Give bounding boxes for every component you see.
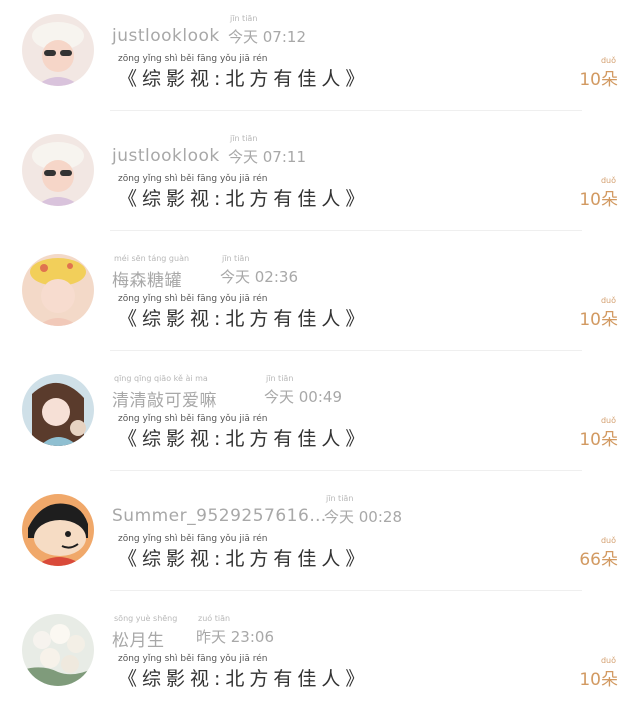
book-title[interactable]: 《综影视:北方有佳人》 (118, 184, 369, 211)
divider (110, 470, 582, 471)
username[interactable]: 松月生 (112, 626, 165, 651)
avatar[interactable] (22, 494, 94, 566)
avatar[interactable] (22, 14, 94, 86)
book-title[interactable]: 《综影视:北方有佳人》 (118, 424, 369, 451)
title-pinyin: zōng yǐng shì běi fāng yǒu jiā rén (118, 174, 268, 184)
divider (110, 230, 582, 231)
divider (110, 110, 582, 111)
avatar[interactable] (22, 254, 94, 326)
book-title[interactable]: 《综影视:北方有佳人》 (118, 544, 369, 571)
book-title[interactable]: 《综影视:北方有佳人》 (118, 664, 369, 691)
avatar-girl-hat-icon (22, 134, 94, 206)
avatar-girl-hat-icon (22, 14, 94, 86)
title-pinyin: zōng yǐng shì běi fāng yǒu jiā rén (118, 534, 268, 544)
avatar[interactable] (22, 614, 94, 686)
title-pinyin: zōng yǐng shì běi fāng yǒu jiā rén (118, 294, 268, 304)
avatar[interactable] (22, 134, 94, 206)
avatar[interactable] (22, 374, 94, 446)
avatar-flowers-icon (22, 614, 94, 686)
title-pinyin: zōng yǐng shì běi fāng yǒu jiā rén (118, 54, 268, 64)
list-item[interactable]: justlooklook jīn tiān 今天 07:12 zōng yǐng… (0, 0, 640, 120)
list-item[interactable]: Summer_9529257616… jīn tiān 今天 00:28 zōn… (0, 480, 640, 600)
avatar-cartoon-boy-icon (22, 494, 94, 566)
divider (110, 350, 582, 351)
list-item[interactable]: méi sēn táng guàn 梅森糖罐 jīn tiān 今天 02:36… (0, 240, 640, 360)
book-title[interactable]: 《综影视:北方有佳人》 (118, 304, 369, 331)
username[interactable]: 清清敲可爱嘛 (112, 386, 217, 411)
book-title[interactable]: 《综影视:北方有佳人》 (118, 64, 369, 91)
title-pinyin: zōng yǐng shì běi fāng yǒu jiā rén (118, 654, 268, 664)
username[interactable]: Summer_9529257616… (112, 506, 327, 526)
list-item[interactable]: qīng qīng qiāo kě ài ma 清清敲可爱嘛 jīn tiān … (0, 360, 640, 480)
title-pinyin: zōng yǐng shì běi fāng yǒu jiā rén (118, 414, 268, 424)
avatar-anime-girl-icon (22, 374, 94, 446)
username[interactable]: 梅森糖罐 (112, 266, 182, 291)
divider (110, 590, 582, 591)
avatar-girl-yellow-hat-icon (22, 254, 94, 326)
username[interactable]: justlooklook (112, 26, 220, 46)
list-item[interactable]: sōng yuè shēng 松月生 zuó tiān 昨天 23:06 zōn… (0, 600, 640, 720)
username[interactable]: justlooklook (112, 146, 220, 166)
list-item[interactable]: justlooklook jīn tiān 今天 07:11 zōng yǐng… (0, 120, 640, 240)
